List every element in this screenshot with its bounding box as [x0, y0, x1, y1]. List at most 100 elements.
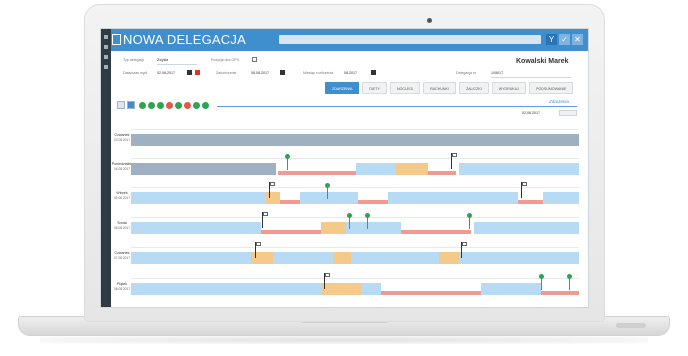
segment[interactable] — [261, 230, 321, 234]
segment[interactable] — [131, 134, 579, 146]
flag-icon[interactable] — [324, 273, 330, 289]
segment[interactable] — [361, 283, 381, 295]
close-button[interactable]: ✕ — [572, 34, 583, 45]
segment[interactable] — [358, 200, 388, 204]
delegacja-field[interactable]: 1/08/17 — [491, 71, 503, 75]
zakonczenie-field[interactable]: 08.08.2017 — [251, 71, 269, 75]
event-marker[interactable] — [285, 154, 290, 170]
timeline-row[interactable] — [131, 212, 579, 239]
event-marker[interactable] — [567, 274, 572, 290]
event-type-icon[interactable] — [193, 102, 200, 109]
event-marker[interactable] — [467, 213, 472, 229]
segment[interactable] — [321, 222, 346, 234]
event-type-icon[interactable] — [139, 102, 146, 109]
segment[interactable] — [131, 163, 276, 175]
tab-noclegi[interactable]: NOCLEGI — [389, 82, 421, 94]
segment[interactable] — [131, 192, 266, 204]
calendar-icon[interactable] — [280, 70, 285, 75]
segment[interactable] — [474, 222, 579, 234]
tab-podsumowanie[interactable]: PODSUMOWANIE — [529, 82, 574, 94]
tab-bar: ZDARZENIA DIETY NOCLEGI RACHUNKI ZALICZK… — [325, 82, 574, 94]
segment[interactable] — [278, 171, 356, 175]
sidebar-icon[interactable] — [104, 35, 108, 39]
segment[interactable] — [401, 230, 471, 234]
timeline-row[interactable] — [131, 182, 579, 209]
filter-button[interactable]: Y — [546, 34, 557, 45]
segment[interactable] — [388, 192, 518, 204]
laptop-foot — [616, 323, 646, 328]
flag-icon[interactable] — [255, 242, 261, 258]
laptop-scene: NOWA DELEGACJA Y ✓ ✕ Typ delegacji Zwykł… — [0, 0, 688, 356]
segment[interactable] — [428, 171, 456, 175]
miesiac-field[interactable]: 08.2017 — [344, 71, 357, 75]
date-nav-arrows[interactable] — [559, 110, 577, 116]
event-type-icon[interactable] — [148, 102, 155, 109]
document-icon — [112, 34, 121, 45]
timeline-row[interactable] — [131, 129, 579, 151]
segment[interactable] — [439, 252, 459, 264]
event-type-icon[interactable] — [202, 102, 209, 109]
segment[interactable] — [481, 283, 541, 295]
segment[interactable] — [131, 283, 321, 295]
tab-zdarzenia[interactable]: ZDARZENIA — [325, 82, 360, 94]
zakonczenie-label: Zakończenie — [216, 71, 237, 75]
event-marker[interactable] — [325, 183, 330, 199]
segment[interactable] — [131, 252, 251, 264]
list-view-icon[interactable] — [117, 101, 125, 109]
confirm-button[interactable]: ✓ — [559, 34, 570, 45]
segment[interactable] — [346, 222, 401, 234]
calendar-icon[interactable] — [187, 70, 192, 75]
segment[interactable] — [356, 163, 396, 175]
gps-icon[interactable] — [252, 57, 257, 62]
timeline-row[interactable] — [131, 153, 579, 180]
clock-icon[interactable] — [195, 70, 200, 75]
tab-wydrukuj[interactable]: WYDRUKUJ — [491, 82, 527, 94]
flag-icon[interactable] — [269, 182, 275, 198]
segment[interactable] — [543, 192, 579, 204]
segment[interactable] — [280, 200, 300, 204]
tab-diety[interactable]: DIETY — [362, 82, 387, 94]
typ-select[interactable]: Zwykła — [157, 58, 168, 62]
segment[interactable] — [381, 291, 481, 295]
segment[interactable] — [131, 222, 261, 234]
segment[interactable] — [459, 252, 579, 264]
event-marker[interactable] — [347, 213, 352, 229]
camera — [427, 18, 432, 23]
segment[interactable] — [321, 283, 361, 295]
delegacja-label: Delegacja nr — [456, 71, 477, 75]
flag-icon[interactable] — [451, 153, 457, 169]
segment[interactable] — [459, 163, 579, 175]
flag-icon[interactable] — [461, 242, 467, 258]
segment[interactable] — [396, 163, 428, 175]
events-link[interactable]: Zdarzenia — [549, 99, 569, 104]
event-type-icon[interactable] — [157, 102, 164, 109]
segment[interactable] — [300, 192, 358, 204]
timeline-row[interactable] — [131, 242, 579, 269]
data-label: Data/czas wydl. — [123, 71, 149, 75]
event-marker[interactable] — [539, 274, 544, 290]
segment[interactable] — [351, 252, 439, 264]
segment[interactable] — [541, 291, 579, 295]
search-input[interactable] — [279, 35, 541, 44]
typ-underline — [157, 64, 197, 65]
event-marker[interactable] — [365, 213, 370, 229]
flag-icon[interactable] — [521, 182, 527, 198]
delegacja-underline — [491, 77, 571, 78]
segment[interactable] — [333, 252, 351, 264]
segment[interactable] — [273, 252, 333, 264]
tab-zaliczki[interactable]: ZALICZKI — [458, 82, 489, 94]
sidebar-icon[interactable] — [104, 55, 108, 59]
flag-icon[interactable] — [262, 212, 268, 228]
event-type-icon[interactable] — [175, 102, 182, 109]
event-type-icon[interactable] — [166, 102, 173, 109]
typ-label: Typ delegacji — [123, 58, 144, 62]
data-field[interactable]: 02.08.2017 — [157, 71, 175, 75]
segment[interactable] — [518, 200, 543, 204]
event-type-icon[interactable] — [184, 102, 191, 109]
grid-view-icon[interactable] — [127, 101, 135, 109]
timeline-row[interactable] — [131, 273, 579, 300]
sidebar-icon[interactable] — [104, 45, 108, 49]
tab-rachunki[interactable]: RACHUNKI — [423, 82, 456, 94]
sidebar-icon[interactable] — [104, 65, 108, 69]
calendar-icon[interactable] — [371, 70, 376, 75]
